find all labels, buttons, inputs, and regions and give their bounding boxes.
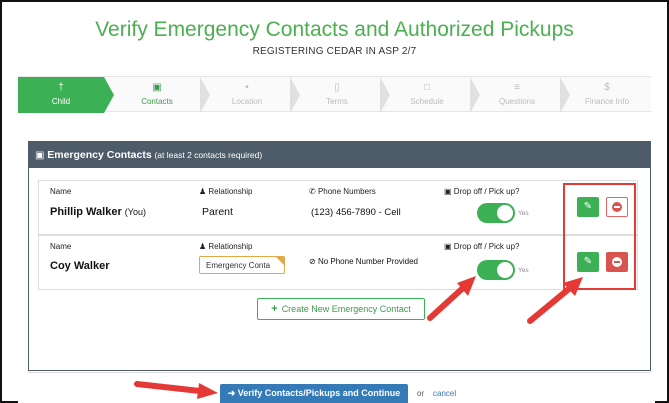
users-icon: ♟	[199, 242, 207, 251]
calendar-icon: □	[423, 82, 431, 93]
contact-relationship: Parent	[202, 206, 233, 218]
document-icon: ▯	[334, 82, 340, 93]
step-finance-info[interactable]: $ Finance Info	[564, 77, 650, 113]
phone-column-label: ✆ Phone Numbers	[309, 187, 376, 196]
chevron-down-icon	[276, 257, 284, 265]
plus-icon: +	[271, 303, 278, 315]
person-icon: †	[58, 82, 64, 93]
users-icon: ♟	[199, 187, 207, 196]
step-location[interactable]: • Location	[204, 77, 290, 113]
page-title: Verify Emergency Contacts and Authorized…	[95, 18, 574, 41]
step-divider	[104, 77, 114, 113]
contact-name: Coy Walker	[50, 260, 110, 272]
toggle-knob	[497, 205, 513, 221]
verify-continue-button[interactable]: ➜ Verify Contacts/Pickups and Continue	[220, 384, 408, 403]
contacts-icon: ▣	[152, 82, 162, 93]
car-icon: ▣	[444, 242, 452, 251]
pickup-column-label: ▣ Drop off / Pick up?	[444, 187, 520, 196]
arrow-right-icon: ➜	[227, 388, 236, 398]
pickup-column-label: ▣ Drop off / Pick up?	[444, 242, 520, 251]
step-schedule[interactable]: □ Schedule	[384, 77, 470, 113]
wizard-steps: † Child ▣ Contacts • Location ▯ Terms □ …	[18, 76, 651, 113]
pickup-toggle-label: Yes	[518, 267, 529, 274]
divider	[28, 372, 651, 373]
pickup-toggle-label: Yes	[518, 210, 529, 217]
name-column-label: Name	[50, 187, 72, 196]
step-label: Location	[231, 97, 263, 106]
step-contacts[interactable]: ▣ Contacts	[114, 77, 200, 113]
annotation-box	[563, 183, 636, 290]
panel-note: (at least 2 contacts required)	[154, 150, 263, 160]
page-subtitle: REGISTERING CEDAR IN ASP 2/7	[252, 46, 417, 57]
step-label: Schedule	[410, 97, 444, 106]
contact-row: Name ♟ Relationship ✆ Phone Numbers ▣ Dr…	[38, 180, 638, 235]
name-column-label: Name	[50, 242, 72, 251]
phone-icon: ✆	[309, 187, 316, 196]
step-child[interactable]: † Child	[18, 77, 104, 113]
car-icon: ▣	[35, 150, 45, 161]
step-label: Contacts	[141, 97, 173, 106]
toggle-knob	[497, 262, 513, 278]
relationship-select[interactable]: Emergency Conta	[199, 256, 285, 274]
step-questions[interactable]: ≡ Questions	[474, 77, 560, 113]
verify-label: Verify Contacts/Pickups and Continue	[237, 388, 401, 398]
or-text: or	[417, 389, 425, 398]
panel-title: Emergency Contacts	[47, 149, 152, 161]
step-label: Questions	[498, 97, 536, 106]
create-contact-label: Create New Emergency Contact	[281, 304, 411, 314]
step-label: Terms	[326, 97, 348, 106]
contact-phone: (123) 456-7890 - Cell	[311, 207, 401, 218]
ban-icon: ⊘	[309, 257, 316, 266]
contact-row: Name ♟ Relationship ▣ Drop off / Pick up…	[38, 235, 638, 290]
pickup-toggle[interactable]	[477, 203, 515, 223]
list-icon: ≡	[514, 82, 520, 93]
map-marker-icon: •	[245, 82, 249, 93]
step-label: Child	[51, 97, 71, 106]
relationship-column-label: ♟ Relationship	[199, 187, 253, 196]
cancel-link[interactable]: cancel	[433, 389, 456, 398]
relationship-column-label: ♟ Relationship	[199, 242, 253, 251]
step-label: Finance Info	[584, 97, 630, 106]
panel-header: ▣ Emergency Contacts (at least 2 contact…	[29, 142, 650, 168]
step-terms[interactable]: ▯ Terms	[294, 77, 380, 113]
relationship-select-value: Emergency Conta	[206, 261, 271, 270]
contact-phone: ⊘ No Phone Number Provided	[309, 257, 418, 266]
car-icon: ▣	[444, 187, 452, 196]
pickup-toggle[interactable]	[477, 260, 515, 280]
contact-name: Phillip Walker (You)	[50, 206, 146, 218]
dollar-icon: $	[604, 82, 610, 93]
create-contact-button[interactable]: + Create New Emergency Contact	[257, 298, 425, 320]
